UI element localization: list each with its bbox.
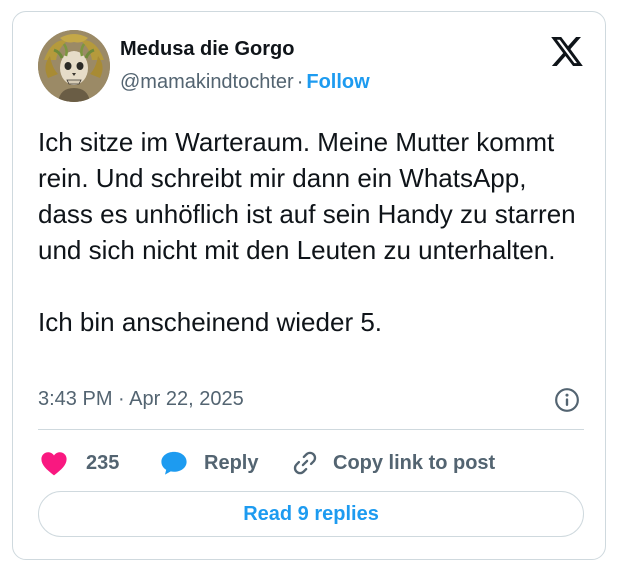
read-replies-button[interactable]: Read 9 replies: [38, 491, 584, 537]
link-icon: [293, 451, 317, 475]
medusa-avatar-image: [38, 30, 110, 102]
handle-separator: ·: [296, 71, 304, 93]
like-button[interactable]: 235: [40, 449, 119, 477]
speech-bubble-icon: [161, 451, 187, 475]
copy-link-button[interactable]: Copy link to post: [291, 449, 495, 477]
avatar[interactable]: [38, 30, 110, 102]
like-count: 235: [86, 451, 120, 474]
tweet-date[interactable]: Apr 22, 2025: [129, 388, 244, 410]
author-handle[interactable]: @mamakindtochter: [120, 71, 294, 93]
tweet-time[interactable]: 3:43 PM: [38, 388, 112, 410]
tweet-timestamp: 3:43 PM · Apr 22, 2025: [38, 387, 244, 411]
date-separator: ·: [118, 388, 125, 410]
copy-link-label: Copy link to post: [333, 451, 496, 474]
tweet-text: Ich sitze im Warteraum. Meine Mutter kom…: [38, 127, 576, 337]
divider: [38, 429, 584, 430]
reply-button[interactable]: Reply: [160, 449, 258, 477]
follow-button[interactable]: Follow: [306, 71, 369, 93]
heart-icon: [41, 452, 67, 476]
tweet-card: Medusa die Gorgo @mamakindtochter · Follow…: [12, 11, 606, 560]
author-name[interactable]: Medusa die Gorgo: [120, 37, 294, 61]
author-handle-row: @mamakindtochter · Follow: [120, 70, 370, 94]
info-icon[interactable]: [554, 387, 580, 413]
x-logo-icon[interactable]: [551, 37, 583, 66]
reply-label: Reply: [204, 451, 259, 474]
